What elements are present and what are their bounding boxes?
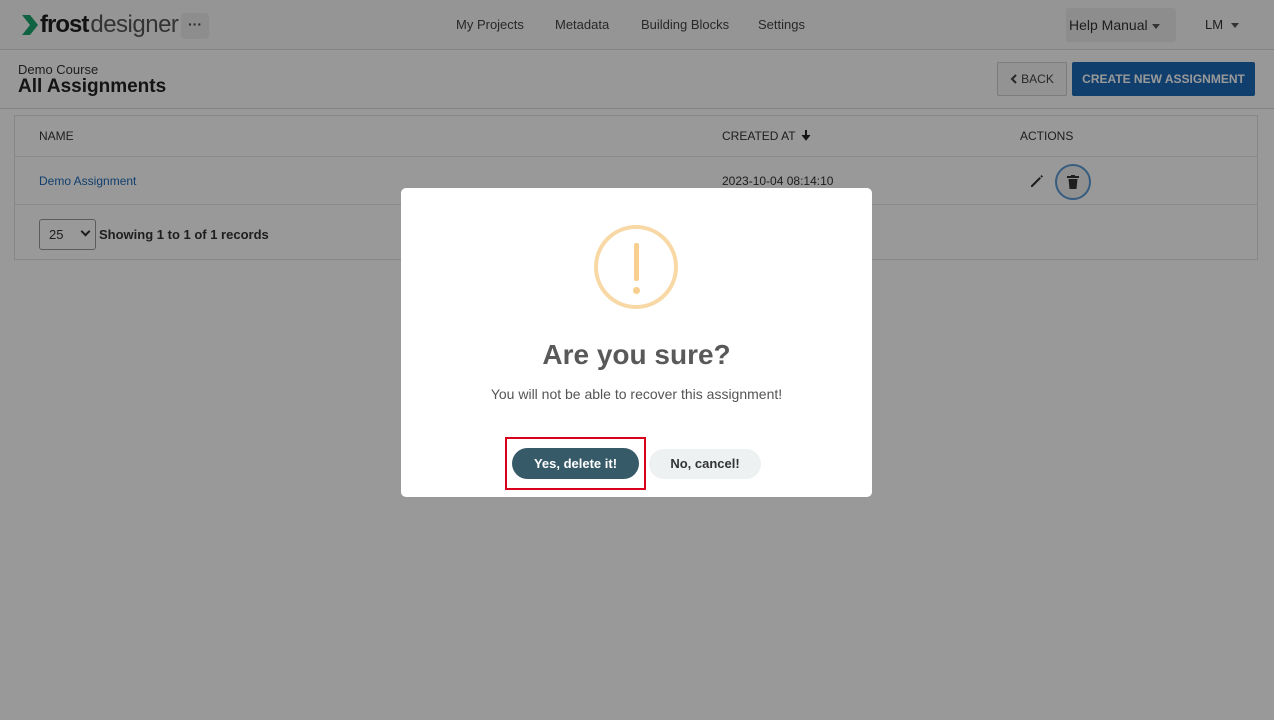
- scrollbar-track[interactable]: [1274, 0, 1280, 720]
- exclamation-bar: [634, 243, 639, 281]
- confirm-button-highlight: Yes, delete it!: [505, 437, 646, 490]
- confirm-delete-button[interactable]: Yes, delete it!: [512, 448, 639, 479]
- exclamation-icon: [594, 225, 678, 309]
- dialog-title: Are you sure?: [542, 339, 731, 370]
- cancel-button[interactable]: No, cancel!: [649, 449, 761, 479]
- dialog-message: You will not be able to recover this ass…: [490, 386, 783, 402]
- exclamation-dot: [633, 287, 640, 294]
- confirm-delete-dialog: Are you sure? You will not be able to re…: [401, 188, 872, 497]
